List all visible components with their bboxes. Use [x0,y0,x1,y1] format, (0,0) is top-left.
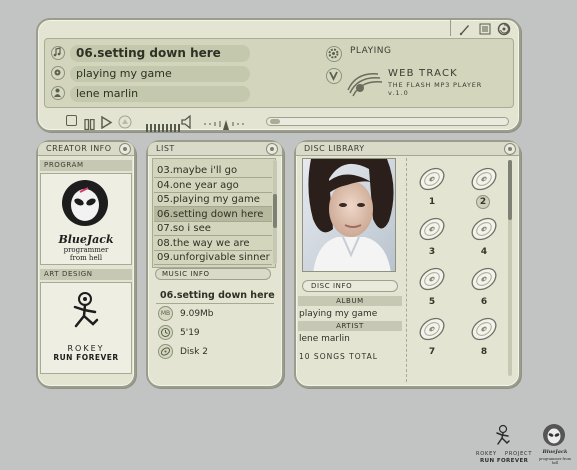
seek-bar[interactable] [266,117,509,126]
disc-number[interactable]: 2 [476,195,490,209]
music-info-divider [156,303,274,304]
disc-close-button[interactable] [504,143,516,155]
seek-thumb[interactable] [270,119,280,124]
web-track-logo [344,66,384,98]
track-title: 06.setting down here [70,45,250,62]
disc-item-icon[interactable] [417,314,447,344]
brand-version: v.1.0 [388,89,409,97]
footer-rokey-line3: RUN FOREVER [480,458,529,464]
duration-value: 5'19 [180,328,200,338]
person-icon [51,86,65,100]
track-item[interactable]: 09.unforgivable sinner [154,250,272,265]
disc-item-icon[interactable] [417,164,447,194]
rokey-name: ROKEY [67,344,105,353]
disc-number[interactable]: 8 [476,345,492,359]
eject-icon[interactable] [118,114,132,129]
bluejack-tag-2: from hell [69,254,103,262]
brand-title: WEB TRACK [388,68,458,79]
balance-slider[interactable] [204,115,244,130]
gear-icon[interactable] [326,46,342,62]
disc-grid: 1 2 3 4 5 6 7 8 [408,158,508,380]
file-size-icon: MB [158,306,173,321]
list-scrollbar[interactable] [273,160,277,264]
disc-number[interactable]: 3 [424,245,440,259]
program-label: PROGRAM [40,160,132,171]
footer-bluejack-tag: programmer from hell [539,457,571,465]
footer-bluejack-name: BlueJack [542,449,568,455]
track-item[interactable]: 07.so i see [154,221,272,236]
music-info-title: 06.setting down here [160,290,275,301]
artist-label: ARTIST [298,321,402,331]
creator-close-button[interactable] [119,143,131,155]
disc-artist: lene marlin [299,334,350,344]
pen-icon[interactable] [458,21,472,36]
disc-scrollbar[interactable] [508,160,512,376]
spiral-icon[interactable] [497,21,511,36]
music-info-label: MUSIC INFO [155,268,271,280]
bluejack-logo-icon [60,178,110,228]
track-item[interactable]: 08.the way we are [154,236,272,251]
volume-bars[interactable] [146,117,184,132]
disc-number[interactable]: 5 [424,295,440,309]
list-close-button[interactable] [266,143,278,155]
artist-name: lene marlin [70,86,250,102]
album-label: ALBUM [298,296,402,306]
disc-library-title: DISC LIBRARY [296,142,519,156]
bluejack-name: BlueJack [58,233,114,246]
disc-scrollbar-thumb[interactable] [508,160,512,220]
rokey-tag: RUN FOREVER [53,353,119,362]
list-scrollbar-thumb[interactable] [273,194,277,228]
footer-rokey-icon [494,424,512,446]
footer-bluejack-icon [542,423,566,447]
music-note-icon [51,46,65,60]
disc-icon [158,344,173,359]
disc-value: Disk 2 [180,347,208,357]
album-name: playing my game [70,66,250,82]
playing-status: PLAYING [350,46,392,56]
album-cover [302,158,396,272]
clock-icon [158,325,173,340]
disc-number[interactable]: 6 [476,295,492,309]
v-icon[interactable] [326,68,342,84]
bluejack-tag-1: programmer [63,246,109,254]
speaker-icon [181,114,193,130]
rokey-runner-icon [68,290,102,330]
stop-button[interactable] [66,115,77,126]
footer-rokey-line1: ROKEY [476,451,497,457]
disc-number[interactable]: 7 [424,345,440,359]
track-item[interactable]: 04.one year ago [154,178,272,193]
disc-item-icon[interactable] [417,264,447,294]
brand-subtitle: THE FLASH MP3 PLAYER [388,81,483,89]
disc-grid-divider [406,158,407,382]
songs-total: 10 SONGS TOTAL [299,352,378,361]
list-icon[interactable] [478,21,492,35]
list-title: LIST [148,142,282,156]
disc-info-label: DISC INFO [302,280,398,292]
disc-number[interactable]: 1 [424,195,440,209]
file-size-value: 9.09Mb [180,309,214,319]
track-item[interactable]: 03.maybe i'll go [154,163,272,178]
play-button[interactable] [100,114,113,130]
pause-button[interactable] [84,115,95,131]
track-item[interactable]: 05.playing my game [154,192,272,207]
track-list: 03.maybe i'll go 04.one year ago 05.playin… [148,163,276,269]
art-design-label: ART DESIGN [40,269,132,280]
footer-rokey-line2: PROJECT [505,451,533,457]
disc-item-icon[interactable] [469,214,499,244]
disc-album: playing my game [299,309,378,319]
disc-item-icon[interactable] [469,164,499,194]
disc-item-icon[interactable] [469,264,499,294]
cd-icon [51,66,65,80]
track-item[interactable]: 06.setting down here [154,206,272,222]
disc-item-icon[interactable] [469,314,499,344]
disc-item-icon[interactable] [417,214,447,244]
disc-number[interactable]: 4 [476,245,492,259]
